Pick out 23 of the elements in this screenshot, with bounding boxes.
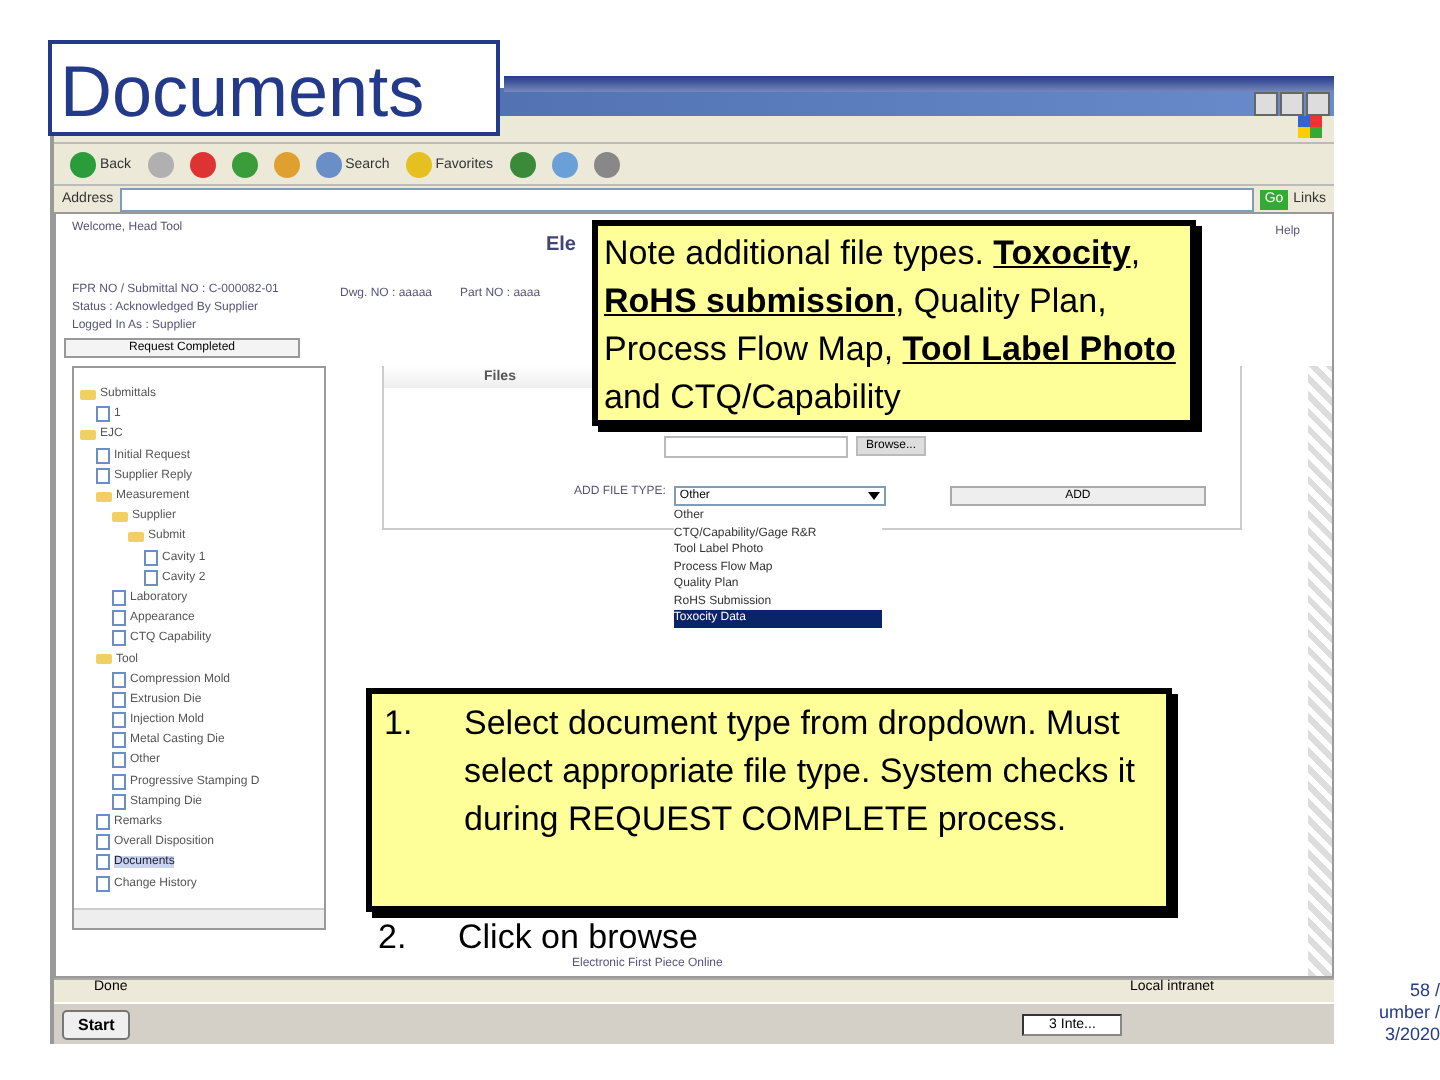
slide-footer-text: 58 / (1409, 980, 1440, 1002)
slide-footer-text: umber / (1378, 1002, 1440, 1024)
app-title: Ele (545, 234, 576, 256)
folder-icon (80, 429, 96, 440)
step-number: 2. (378, 918, 409, 958)
step-text: Click on browse (458, 918, 698, 957)
folder-icon (96, 654, 112, 665)
scrollbar[interactable] (74, 908, 324, 928)
address-field[interactable] (119, 187, 1255, 211)
slide-footer-text: 3/2020 (1384, 1024, 1440, 1046)
minimize-button[interactable] (1254, 92, 1278, 116)
caret-icon (867, 492, 880, 500)
folder-icon (80, 389, 96, 400)
slide-title: Documents (48, 40, 500, 136)
maximize-button[interactable] (1280, 92, 1304, 116)
step-text: Select document type from dropdown. Must select appropriate file type. System checks it during REQUEST COMPLETE process. (464, 702, 1137, 842)
document-icon (96, 406, 110, 423)
start-button[interactable]: Start (62, 1009, 131, 1039)
step-number: 1. (384, 702, 415, 746)
windows-logo-icon (1298, 116, 1322, 138)
scrollbar[interactable] (1308, 366, 1332, 976)
file-path-field[interactable] (664, 436, 848, 458)
close-button[interactable] (1306, 92, 1330, 116)
